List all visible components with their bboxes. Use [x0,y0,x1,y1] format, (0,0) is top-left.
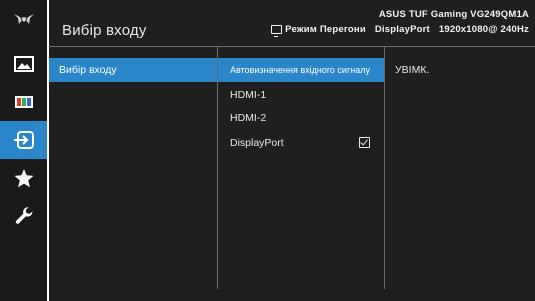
option-displayport[interactable]: DisplayPort [218,131,384,155]
option-auto-detect[interactable]: Автовизначення вхідного сигналу [218,58,384,82]
sidebar [0,0,47,301]
image-icon [13,56,34,72]
mode-label: Режим Перегони [285,24,366,35]
option-value-label: УВІМК. [395,64,430,76]
sidebar-item-favorite[interactable] [0,159,47,197]
wrench-icon [14,206,34,226]
option-label: HDMI-2 [230,112,267,124]
option-value-on[interactable]: УВІМК. [385,58,535,82]
option-label: HDMI-1 [230,89,267,101]
menu-level-2: Автовизначення вхідного сигналу HDMI-1 H… [218,47,384,293]
menu-item-input-select[interactable]: Вибір входу [49,58,217,82]
model-name: ASUS TUF Gaming VG249QM1A [378,9,529,20]
sidebar-item-input-select[interactable] [0,121,47,159]
color-icon [14,94,34,110]
tuf-logo-icon [13,12,35,26]
header: Вибір входу ASUS TUF Gaming VG249QM1A Ре… [49,0,535,45]
osd-menu: Вибір входу ASUS TUF Gaming VG249QM1A Ре… [0,0,535,301]
checkbox-checked-icon [359,137,370,148]
option-label: Автовизначення вхідного сигналу [230,65,370,75]
menu-item-label: Вибір входу [59,64,117,76]
option-label: DisplayPort [230,137,284,149]
menu-level-3: УВІМК. [385,47,535,293]
option-hdmi-2[interactable]: HDMI-2 [218,106,384,130]
menu-level-1: Вибір входу [49,47,217,293]
star-icon [14,168,34,188]
status-info: Режим Перегони DisplayPort 1920x1080@ 24… [271,24,529,37]
monitor-mode-icon [271,25,283,37]
main-panel: Вибір входу ASUS TUF Gaming VG249QM1A Ре… [49,0,535,301]
option-hdmi-1[interactable]: HDMI-1 [218,83,384,107]
sidebar-item-image[interactable] [0,45,47,83]
sidebar-item-system-setup[interactable] [0,197,47,235]
input-select-icon [13,131,35,149]
sidebar-item-tuf-logo [0,0,47,38]
input-label: DisplayPort [374,24,430,35]
page-title: Вибір входу [62,22,147,39]
resolution-label: 1920x1080@ 240Hz [438,24,529,35]
sidebar-item-color[interactable] [0,83,47,121]
